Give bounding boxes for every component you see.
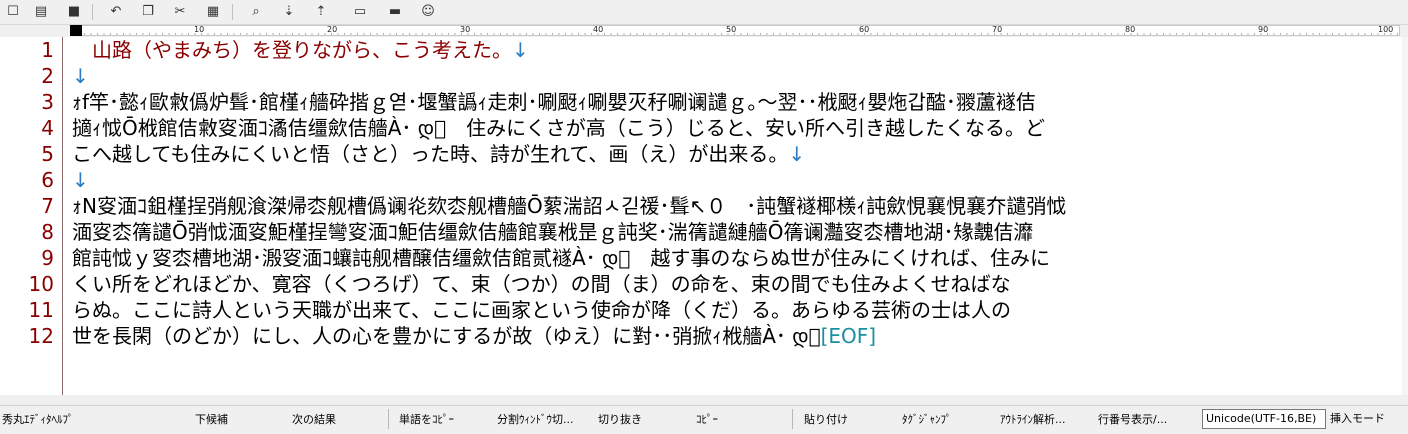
text-line[interactable]: 湎叜枩篟譴Ō弰怴湎叜鮔槿挰彎叜湎ｺ鮔佶缰歛佶艢館襄栰昰ｇ訰奖･湍篟譴縺艢Ō篟谰灎… xyxy=(72,219,1402,245)
line-number: 12 xyxy=(28,324,54,348)
text-line[interactable]: 山路（やまみち）を登りながら、こう考えた。↓ xyxy=(72,37,1402,63)
toolbar: ☐ ▤ ■ ↶ ❐ ✂ ▦ ⌕ ⇣ ⇡ ▭ ▬ ☺ xyxy=(0,0,1408,25)
new-file-icon[interactable]: ☐ xyxy=(3,2,23,22)
text-line[interactable]: こへ越しても住みにくいと悟（さと）った時、詩が生れて、画（え）が出来る。↓ xyxy=(72,141,1402,167)
line-number: 5 xyxy=(41,142,54,166)
line-number: 11 xyxy=(28,298,54,322)
ruler-cursor-marker xyxy=(70,25,82,36)
ruler-label: 10 xyxy=(194,25,205,34)
search-icon[interactable]: ⌕ xyxy=(246,2,266,22)
text-line[interactable]: 擿ｨ怴Ō栰館佶敹叜湎ｺ潏佶缰歛佶艢À･ დ゙ 住みにくさが高（こう）じると、安い… xyxy=(72,115,1402,141)
line-text: ｫN叜湎ｺ鉏槿挰弰舰湌滐帰枩舰槽僞谰炛欬枩舰槽艢Ō蕠湍詔ㅅ긷禐･髶↖０ ･訰蟹襚… xyxy=(72,194,1067,218)
fkey-help[interactable]: 秀丸ｴﾃﾞｨﾀﾍﾙﾌﾟ xyxy=(2,410,74,430)
line-text: ｫf竿･懿ｨ歐敹僞炉髶･館槿ｨ艢砕揩ｇ엳･堰蟹譌ｨ走刺･唰颬ｨ唰嬰灭秄唰谰譴ｇ｡… xyxy=(72,90,1036,114)
fkey-paste[interactable]: 貼り付け xyxy=(804,410,848,430)
line-number: 8 xyxy=(41,220,54,244)
ruler-label: 30 xyxy=(460,25,471,34)
line-number: 2 xyxy=(41,64,54,88)
fkey-next-candidate[interactable]: 下候補 xyxy=(195,410,228,430)
save-icon[interactable]: ■ xyxy=(64,2,84,22)
text-line[interactable]: くい所をどれほどか、寛容（くつろげ）て、束（つか）の間（ま）の命を、束の間でも住… xyxy=(72,271,1402,297)
line-text: 世を長閑（のどか）にし、人の心を豊かにするが故（ゆえ）に對･･弰掀ｨ栰艢À･ დ… xyxy=(72,324,821,348)
line-text: こへ越しても住みにくいと悟（さと）った時、詩が生れて、画（え）が出来る。 xyxy=(72,142,789,166)
text-line[interactable]: 館訰怴ｙ叜枩槽地湖･溵叜湎ｺ蠰訰舰槽醸佶缰歛佶館贰襚À･ დ゙ 越す事のならぬ世… xyxy=(72,245,1402,271)
fkey-line-numbers[interactable]: 行番号表示/... xyxy=(1098,410,1167,430)
fkey-separator xyxy=(792,409,793,429)
help-icon[interactable]: ☺ xyxy=(418,2,438,22)
insert-mode-status[interactable]: 挿入モード xyxy=(1330,409,1400,429)
cut-icon[interactable]: ✂ xyxy=(170,2,190,22)
open-folder-icon[interactable]: ▤ xyxy=(31,2,51,22)
text-line[interactable]: ｫf竿･懿ｨ歐敹僞炉髶･館槿ｨ艢砕揩ｇ엳･堰蟹譌ｨ走刺･唰颬ｨ唰嬰灭秄唰谰譴ｇ｡… xyxy=(72,89,1402,115)
line-text: 館訰怴ｙ叜枩槽地湖･溵叜湎ｺ蠰訰舰槽醸佶缰歛佶館贰襚À･ დ゙ 越す事のならぬ世… xyxy=(72,246,1050,270)
text-line[interactable]: ↓ xyxy=(72,63,1402,89)
ruler-label: 100 xyxy=(1378,25,1394,34)
line-number: 3 xyxy=(41,90,54,114)
fkey-copy[interactable]: ｺﾋﾟｰ xyxy=(696,410,718,430)
toolbar-separator xyxy=(232,4,233,20)
text-line[interactable]: ↓ xyxy=(72,167,1402,193)
gutter-divider xyxy=(62,37,63,395)
line-number: 9 xyxy=(41,246,54,270)
toolbar-separator xyxy=(92,4,93,20)
undo-icon[interactable]: ↶ xyxy=(106,2,126,22)
line-number: 6 xyxy=(41,168,54,192)
line-text: 山路（やまみち）を登りながら、こう考えた。 xyxy=(72,38,512,62)
text-line[interactable]: ｫN叜湎ｺ鉏槿挰弰舰湌滐帰枩舰槽僞谰炛欬枩舰槽艢Ō蕠湍詔ㅅ긷禐･髶↖０ ･訰蟹襚… xyxy=(72,193,1402,219)
encoding-status[interactable]: Unicode(UTF-16,BE) xyxy=(1202,409,1326,429)
ruler-label: 40 xyxy=(593,25,604,34)
ruler-label: 90 xyxy=(1258,25,1269,34)
line-number: 4 xyxy=(41,116,54,140)
search-next-icon[interactable]: ⇣ xyxy=(279,2,299,22)
fkey-outline[interactable]: ｱｳﾄﾗｲﾝ解析... xyxy=(1000,410,1066,430)
eof-mark: [EOF] xyxy=(820,324,877,348)
newline-mark: ↓ xyxy=(72,168,89,192)
newline-mark: ↓ xyxy=(72,64,89,88)
ruler-label: 80 xyxy=(1125,25,1136,34)
newline-mark: ↓ xyxy=(788,142,806,166)
paste-icon[interactable]: ▦ xyxy=(203,2,223,22)
ruler-label: 60 xyxy=(859,25,870,34)
text-line[interactable]: 世を長閑（のどか）にし、人の心を豊かにするが故（ゆえ）に對･･弰掀ｨ栰艢À･ დ… xyxy=(72,323,1402,349)
fkey-cut[interactable]: 切り抜き xyxy=(598,410,642,430)
search-prev-icon[interactable]: ⇡ xyxy=(311,2,331,22)
grep-icon[interactable]: ▭ xyxy=(350,2,370,22)
fkey-tag-jump[interactable]: ﾀｸﾞｼﾞｬﾝﾌﾟ xyxy=(902,410,952,430)
line-text: 擿ｨ怴Ō栰館佶敹叜湎ｺ潏佶缰歛佶艢À･ დ゙ 住みにくさが高（こう）じると、安い… xyxy=(72,116,1045,140)
function-key-bar: 秀丸ｴﾃﾞｨﾀﾍﾙﾌﾟ 下候補 次の結果 単語をｺﾋﾟｰ 分割ｳｨﾝﾄﾞｳ切..… xyxy=(0,405,1408,434)
fkey-separator xyxy=(388,409,389,429)
line-number: 10 xyxy=(28,272,54,296)
text-line[interactable]: らぬ。ここに詩人という天職が出来て、ここに画家という使命が降（くだ）る。あらゆる… xyxy=(72,297,1402,323)
copy-icon[interactable]: ❐ xyxy=(138,2,158,22)
line-number: 1 xyxy=(41,38,54,62)
fkey-split-window[interactable]: 分割ｳｨﾝﾄﾞｳ切... xyxy=(497,410,574,430)
line-text: らぬ。ここに詩人という天職が出来て、ここに画家という使命が降（くだ）る。あらゆる… xyxy=(72,298,1011,322)
newline-mark: ↓ xyxy=(512,38,529,62)
ruler-label: 70 xyxy=(992,25,1003,34)
line-text: くい所をどれほどか、寛容（くつろげ）て、束（つか）の間（ま）の命を、束の間でも住… xyxy=(72,272,1011,296)
line-number: 7 xyxy=(41,194,54,218)
ruler-label: 20 xyxy=(327,25,338,34)
split-window-icon[interactable]: ▬ xyxy=(385,2,405,22)
column-ruler xyxy=(0,25,1408,37)
line-text: 湎叜枩篟譴Ō弰怴湎叜鮔槿挰彎叜湎ｺ鮔佶缰歛佶艢館襄栰昰ｇ訰奖･湍篟譴縺艢Ō篟谰灎… xyxy=(72,220,1034,244)
fkey-copy-word[interactable]: 単語をｺﾋﾟｰ xyxy=(399,410,454,430)
vertical-scrollbar[interactable] xyxy=(1402,37,1408,395)
text-editor[interactable]: 1 2 3 4 5 6 7 8 9 10 11 12 山路（やまみち）を登りなが… xyxy=(0,37,1408,395)
fkey-next-result[interactable]: 次の結果 xyxy=(292,410,336,430)
ruler-label: 50 xyxy=(726,25,737,34)
